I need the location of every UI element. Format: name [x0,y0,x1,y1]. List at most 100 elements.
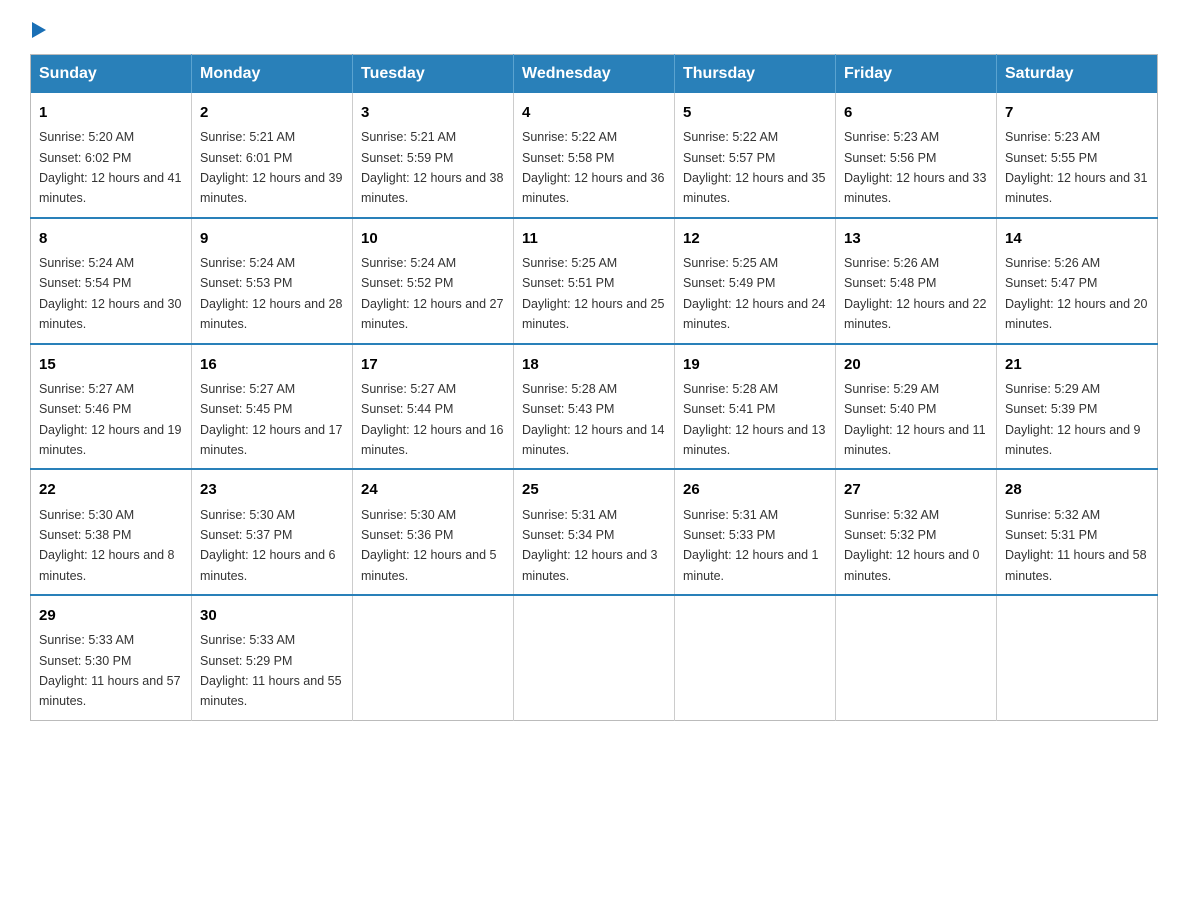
day-info: Sunrise: 5:31 AMSunset: 5:34 PMDaylight:… [522,508,658,583]
calendar-cell [836,595,997,720]
calendar-cell: 7 Sunrise: 5:23 AMSunset: 5:55 PMDayligh… [997,93,1158,218]
calendar-cell: 2 Sunrise: 5:21 AMSunset: 6:01 PMDayligh… [192,93,353,218]
day-number: 14 [1005,227,1149,250]
calendar-cell: 23 Sunrise: 5:30 AMSunset: 5:37 PMDaylig… [192,469,353,595]
day-info: Sunrise: 5:24 AMSunset: 5:54 PMDaylight:… [39,256,181,331]
day-number: 21 [1005,353,1149,376]
calendar-cell [353,595,514,720]
day-info: Sunrise: 5:25 AMSunset: 5:49 PMDaylight:… [683,256,825,331]
calendar-cell: 20 Sunrise: 5:29 AMSunset: 5:40 PMDaylig… [836,344,997,470]
day-info: Sunrise: 5:32 AMSunset: 5:31 PMDaylight:… [1005,508,1147,583]
day-info: Sunrise: 5:21 AMSunset: 5:59 PMDaylight:… [361,130,503,205]
day-number: 30 [200,604,344,627]
calendar-cell: 28 Sunrise: 5:32 AMSunset: 5:31 PMDaylig… [997,469,1158,595]
day-info: Sunrise: 5:30 AMSunset: 5:37 PMDaylight:… [200,508,336,583]
calendar-week-row: 1 Sunrise: 5:20 AMSunset: 6:02 PMDayligh… [31,93,1158,218]
day-number: 22 [39,478,183,501]
page-header [30,20,1158,34]
calendar-cell: 12 Sunrise: 5:25 AMSunset: 5:49 PMDaylig… [675,218,836,344]
day-number: 23 [200,478,344,501]
calendar-cell: 26 Sunrise: 5:31 AMSunset: 5:33 PMDaylig… [675,469,836,595]
day-number: 1 [39,101,183,124]
weekday-header-thursday: Thursday [675,55,836,94]
weekday-header-saturday: Saturday [997,55,1158,94]
day-info: Sunrise: 5:26 AMSunset: 5:47 PMDaylight:… [1005,256,1147,331]
calendar-cell: 5 Sunrise: 5:22 AMSunset: 5:57 PMDayligh… [675,93,836,218]
day-info: Sunrise: 5:26 AMSunset: 5:48 PMDaylight:… [844,256,986,331]
day-info: Sunrise: 5:20 AMSunset: 6:02 PMDaylight:… [39,130,181,205]
calendar-cell: 17 Sunrise: 5:27 AMSunset: 5:44 PMDaylig… [353,344,514,470]
calendar-cell [997,595,1158,720]
day-info: Sunrise: 5:29 AMSunset: 5:40 PMDaylight:… [844,382,986,457]
day-info: Sunrise: 5:31 AMSunset: 5:33 PMDaylight:… [683,508,819,583]
calendar-cell: 22 Sunrise: 5:30 AMSunset: 5:38 PMDaylig… [31,469,192,595]
calendar-cell: 25 Sunrise: 5:31 AMSunset: 5:34 PMDaylig… [514,469,675,595]
calendar-cell: 8 Sunrise: 5:24 AMSunset: 5:54 PMDayligh… [31,218,192,344]
day-number: 25 [522,478,666,501]
calendar-cell: 19 Sunrise: 5:28 AMSunset: 5:41 PMDaylig… [675,344,836,470]
calendar-cell: 18 Sunrise: 5:28 AMSunset: 5:43 PMDaylig… [514,344,675,470]
day-info: Sunrise: 5:33 AMSunset: 5:29 PMDaylight:… [200,633,342,708]
calendar-week-row: 15 Sunrise: 5:27 AMSunset: 5:46 PMDaylig… [31,344,1158,470]
weekday-header-row: SundayMondayTuesdayWednesdayThursdayFrid… [31,55,1158,94]
calendar-cell: 30 Sunrise: 5:33 AMSunset: 5:29 PMDaylig… [192,595,353,720]
weekday-header-wednesday: Wednesday [514,55,675,94]
day-number: 12 [683,227,827,250]
calendar-cell: 10 Sunrise: 5:24 AMSunset: 5:52 PMDaylig… [353,218,514,344]
day-number: 2 [200,101,344,124]
calendar-cell: 1 Sunrise: 5:20 AMSunset: 6:02 PMDayligh… [31,93,192,218]
day-number: 15 [39,353,183,376]
weekday-header-monday: Monday [192,55,353,94]
weekday-header-sunday: Sunday [31,55,192,94]
calendar-cell: 29 Sunrise: 5:33 AMSunset: 5:30 PMDaylig… [31,595,192,720]
day-info: Sunrise: 5:29 AMSunset: 5:39 PMDaylight:… [1005,382,1141,457]
day-info: Sunrise: 5:22 AMSunset: 5:57 PMDaylight:… [683,130,825,205]
day-info: Sunrise: 5:21 AMSunset: 6:01 PMDaylight:… [200,130,342,205]
calendar-week-row: 8 Sunrise: 5:24 AMSunset: 5:54 PMDayligh… [31,218,1158,344]
calendar-cell: 13 Sunrise: 5:26 AMSunset: 5:48 PMDaylig… [836,218,997,344]
day-number: 9 [200,227,344,250]
day-number: 8 [39,227,183,250]
day-number: 16 [200,353,344,376]
day-number: 27 [844,478,988,501]
calendar-cell [675,595,836,720]
day-number: 13 [844,227,988,250]
logo-triangle-icon [32,22,46,38]
calendar-cell: 15 Sunrise: 5:27 AMSunset: 5:46 PMDaylig… [31,344,192,470]
logo [30,20,46,34]
day-info: Sunrise: 5:32 AMSunset: 5:32 PMDaylight:… [844,508,980,583]
day-number: 5 [683,101,827,124]
day-info: Sunrise: 5:28 AMSunset: 5:41 PMDaylight:… [683,382,825,457]
calendar-cell: 27 Sunrise: 5:32 AMSunset: 5:32 PMDaylig… [836,469,997,595]
day-number: 10 [361,227,505,250]
day-number: 11 [522,227,666,250]
calendar-cell: 11 Sunrise: 5:25 AMSunset: 5:51 PMDaylig… [514,218,675,344]
day-info: Sunrise: 5:33 AMSunset: 5:30 PMDaylight:… [39,633,181,708]
day-number: 18 [522,353,666,376]
calendar-cell [514,595,675,720]
calendar-cell: 21 Sunrise: 5:29 AMSunset: 5:39 PMDaylig… [997,344,1158,470]
calendar-cell: 24 Sunrise: 5:30 AMSunset: 5:36 PMDaylig… [353,469,514,595]
day-info: Sunrise: 5:22 AMSunset: 5:58 PMDaylight:… [522,130,664,205]
calendar-cell: 9 Sunrise: 5:24 AMSunset: 5:53 PMDayligh… [192,218,353,344]
calendar-cell: 14 Sunrise: 5:26 AMSunset: 5:47 PMDaylig… [997,218,1158,344]
day-info: Sunrise: 5:24 AMSunset: 5:53 PMDaylight:… [200,256,342,331]
weekday-header-friday: Friday [836,55,997,94]
day-number: 28 [1005,478,1149,501]
day-info: Sunrise: 5:24 AMSunset: 5:52 PMDaylight:… [361,256,503,331]
day-info: Sunrise: 5:23 AMSunset: 5:55 PMDaylight:… [1005,130,1147,205]
day-info: Sunrise: 5:28 AMSunset: 5:43 PMDaylight:… [522,382,664,457]
day-number: 20 [844,353,988,376]
calendar-table: SundayMondayTuesdayWednesdayThursdayFrid… [30,54,1158,721]
calendar-week-row: 29 Sunrise: 5:33 AMSunset: 5:30 PMDaylig… [31,595,1158,720]
day-number: 17 [361,353,505,376]
day-number: 24 [361,478,505,501]
day-number: 6 [844,101,988,124]
day-info: Sunrise: 5:27 AMSunset: 5:45 PMDaylight:… [200,382,342,457]
calendar-cell: 4 Sunrise: 5:22 AMSunset: 5:58 PMDayligh… [514,93,675,218]
day-info: Sunrise: 5:23 AMSunset: 5:56 PMDaylight:… [844,130,986,205]
day-info: Sunrise: 5:27 AMSunset: 5:46 PMDaylight:… [39,382,181,457]
day-number: 4 [522,101,666,124]
day-number: 19 [683,353,827,376]
day-info: Sunrise: 5:25 AMSunset: 5:51 PMDaylight:… [522,256,664,331]
